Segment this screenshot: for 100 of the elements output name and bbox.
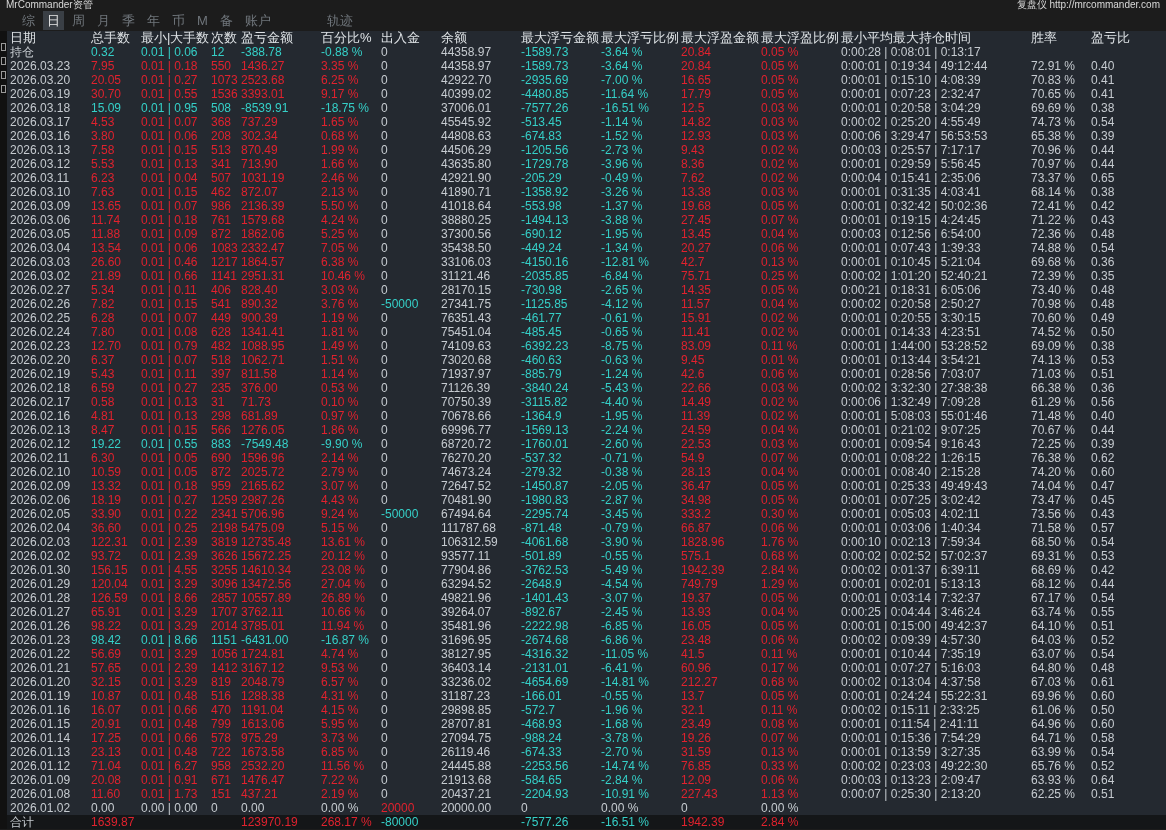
table-cell: 0.54	[1088, 535, 1166, 549]
table-cell: 0.54	[1088, 591, 1166, 605]
table-cell: -3.64 %	[598, 59, 678, 73]
table-cell: 32.15	[88, 675, 138, 689]
table-cell: -2.60 %	[598, 437, 678, 451]
table-cell: 681.89	[238, 409, 318, 423]
table-cell: 2026.02.19	[7, 367, 88, 381]
table-cell: 20.12 %	[318, 549, 378, 563]
table-cell: 0	[378, 241, 438, 255]
table-cell: 0	[378, 605, 438, 619]
column-header[interactable]: 最大浮盈比例	[758, 31, 838, 45]
table-cell: 13.45	[678, 227, 758, 241]
table-cell: 38127.95	[438, 647, 518, 661]
table-cell: 0.01 | 0.27	[138, 73, 208, 87]
table-cell: -4.40 %	[598, 395, 678, 409]
table-cell: 0.01 | 0.11	[138, 367, 208, 381]
table-cell: 0.05 %	[758, 59, 838, 73]
table-cell: -3.45 %	[598, 507, 678, 521]
tab[interactable]: 日	[43, 11, 64, 30]
table-cell: 0.04 %	[758, 297, 838, 311]
table-cell: 76270.20	[438, 451, 518, 465]
table-cell: 6.38 %	[318, 255, 378, 269]
table-cell: 0.00	[88, 801, 138, 815]
table-cell: -572.7	[518, 703, 598, 717]
table-cell: 7.95	[88, 59, 138, 73]
table-cell: 70.65 %	[1028, 87, 1088, 101]
column-header[interactable]: 最小|大手数	[138, 31, 208, 45]
table-cell: 341	[208, 157, 238, 171]
table-cell: 0.08 %	[758, 717, 838, 731]
header-link[interactable]: 复盘仪 http://mrcommander.com	[1016, 0, 1160, 10]
column-header[interactable]: 最大浮盈金额	[678, 31, 758, 45]
table-cell: 14.82	[678, 115, 758, 129]
table-cell: 713.90	[238, 157, 318, 171]
table-cell: -0.55 %	[598, 549, 678, 563]
table-cell: 2026.01.13	[7, 745, 88, 759]
table-cell: 73.40 %	[1028, 283, 1088, 297]
table-cell: 0	[378, 563, 438, 577]
table-cell: 31	[208, 395, 238, 409]
table-cell: 83.09	[678, 339, 758, 353]
tab[interactable]: 月	[93, 11, 114, 30]
tab[interactable]: 轨迹	[322, 11, 357, 30]
column-header[interactable]: 盈亏金额	[238, 31, 318, 45]
table-cell: -2.45 %	[598, 605, 678, 619]
tab[interactable]: 账户	[240, 11, 275, 30]
tab[interactable]: 周	[68, 11, 89, 30]
tab[interactable]: 备	[215, 11, 237, 30]
table-cell: 0.48	[1088, 227, 1166, 241]
table-cell: 0.01 | 0.66	[138, 731, 208, 745]
table-cell: -1.95 %	[598, 409, 678, 423]
column-header[interactable]: 次数	[208, 31, 238, 45]
table-cell: 13.61 %	[318, 535, 378, 549]
table-cell: -7.00 %	[598, 73, 678, 87]
table-cell: 2951.31	[238, 269, 318, 283]
tab[interactable]: 综	[18, 11, 39, 30]
table-cell: 13.38	[678, 185, 758, 199]
column-header[interactable]: 百分比%	[318, 31, 378, 45]
table-cell: -1.14 %	[598, 115, 678, 129]
column-header[interactable]: 总手数	[88, 31, 138, 45]
table-cell: 16.65	[678, 73, 758, 87]
table-cell: 44808.63	[438, 129, 518, 143]
table-cell: 0	[378, 381, 438, 395]
table-cell: 0.01 | 2.39	[138, 661, 208, 675]
column-header[interactable]: 最小平均最大持仓时间	[838, 31, 1028, 45]
table-cell: 44506.29	[438, 143, 518, 157]
table-cell: -2.70 %	[598, 745, 678, 759]
table-cell: 0	[378, 423, 438, 437]
table-cell: 1062.71	[238, 353, 318, 367]
table-cell: 71.22 %	[1028, 213, 1088, 227]
column-header[interactable]: 出入金	[378, 31, 438, 45]
table-cell: -1.24 %	[598, 367, 678, 381]
table-cell: -2.73 %	[598, 143, 678, 157]
table-cell: 0.05 %	[758, 283, 838, 297]
table-cell: 0:00:01 | 0:02:01 | 5:13:13	[838, 577, 1028, 591]
column-header[interactable]: 余额	[438, 31, 518, 45]
column-header[interactable]: 胜率	[1028, 31, 1088, 45]
column-header[interactable]: 日期	[7, 31, 88, 45]
tab[interactable]: 币	[168, 11, 189, 30]
table-cell: 2026.03.13	[7, 143, 88, 157]
table-cell: 890.32	[238, 297, 318, 311]
table-cell: 0.38	[1088, 339, 1166, 353]
tab[interactable]: M	[193, 11, 212, 30]
table-cell: 462	[208, 185, 238, 199]
tab[interactable]: 年	[143, 11, 164, 30]
table-cell: 24445.88	[438, 759, 518, 773]
table-cell: 870.49	[238, 143, 318, 157]
table-cell: 70.96 %	[1028, 143, 1088, 157]
table-cell: -6431.00	[238, 633, 318, 647]
table-cell: -0.65 %	[598, 325, 678, 339]
table-cell: 27.45	[678, 213, 758, 227]
column-header[interactable]: 最大浮亏比例	[598, 31, 678, 45]
table-cell: 76351.43	[438, 311, 518, 325]
table-cell: 0.01 | 3.29	[138, 577, 208, 591]
table-cell: 235	[208, 381, 238, 395]
column-header[interactable]: 盈亏比	[1088, 31, 1166, 45]
table-cell: 21.89	[88, 269, 138, 283]
tab[interactable]: 季	[118, 11, 139, 30]
column-header[interactable]: 最大浮亏金额	[518, 31, 598, 45]
table-cell: 0	[378, 703, 438, 717]
table-cell: 0.53	[1088, 549, 1166, 563]
table-cell: 0.13 %	[758, 745, 838, 759]
